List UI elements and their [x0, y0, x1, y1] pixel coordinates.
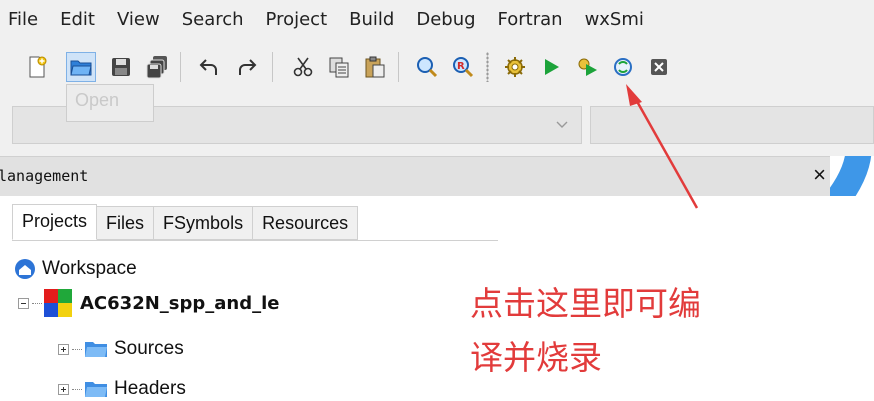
management-panel-header: lanagement × [0, 156, 830, 196]
open-tooltip: Open [66, 84, 154, 122]
close-icon[interactable]: × [813, 163, 826, 187]
folder-icon [85, 382, 107, 397]
menu-search[interactable]: Search [182, 9, 244, 30]
annotation-line-2: 译并烧录 [470, 338, 602, 377]
save-icon[interactable] [106, 52, 136, 82]
undo-icon[interactable] [194, 52, 224, 82]
copy-icon[interactable] [324, 52, 354, 82]
panel-title: lanagement [0, 167, 89, 185]
run-icon[interactable] [536, 52, 566, 82]
menu-file[interactable]: File [8, 9, 38, 30]
management-tabs: Projects Files FSymbols Resources [0, 196, 874, 242]
menu-build[interactable]: Build [349, 9, 394, 30]
new-file-icon[interactable] [22, 52, 52, 82]
tab-resources[interactable]: Resources [253, 206, 359, 240]
project-tree: Workspace AC632N_spp_and_le Sources Head… [0, 242, 874, 401]
menu-bar: File Edit View Search Project Build Debu… [0, 0, 874, 38]
rebuild-icon[interactable] [608, 52, 638, 82]
project-label: AC632N_spp_and_le [80, 292, 280, 314]
secondary-select[interactable] [590, 106, 874, 144]
paste-icon[interactable] [360, 52, 390, 82]
project-icon [44, 289, 72, 317]
tab-projects[interactable]: Projects [12, 204, 98, 240]
replace-icon[interactable]: R [448, 52, 478, 82]
toolbar-grip[interactable] [486, 52, 489, 82]
tab-divider [12, 240, 498, 241]
expand-icon[interactable] [58, 383, 69, 395]
chevron-down-icon [556, 121, 568, 128]
folder-label: Sources [114, 338, 184, 359]
folder-icon [85, 342, 107, 357]
tree-folder-sources[interactable]: Sources [58, 334, 184, 364]
find-icon[interactable] [412, 52, 442, 82]
workspace-label: Workspace [42, 258, 137, 279]
workspace-icon [15, 259, 35, 279]
folder-label: Headers [114, 378, 186, 399]
menu-view[interactable]: View [117, 9, 160, 30]
toolbar-separator [180, 52, 181, 82]
collapse-icon[interactable] [18, 297, 29, 309]
open-folder-icon[interactable] [66, 52, 96, 82]
menu-debug[interactable]: Debug [416, 9, 475, 30]
tab-files[interactable]: Files [97, 206, 155, 240]
toolbar-separator [398, 52, 399, 82]
tree-workspace[interactable]: Workspace [14, 254, 137, 284]
save-all-icon[interactable] [142, 52, 172, 82]
annotation-line-1: 点击这里即可编 [470, 284, 701, 323]
menu-wxsmith[interactable]: wxSmi [585, 9, 644, 30]
abort-icon[interactable] [644, 52, 674, 82]
menu-edit[interactable]: Edit [60, 9, 95, 30]
tree-folder-headers[interactable]: Headers [58, 374, 186, 401]
menu-project[interactable]: Project [266, 9, 328, 30]
build-icon[interactable] [500, 52, 530, 82]
build-and-run-icon[interactable] [572, 52, 602, 82]
toolbar-separator [272, 52, 273, 82]
expand-icon[interactable] [58, 343, 69, 355]
tree-project[interactable]: AC632N_spp_and_le [18, 288, 280, 318]
menu-fortran[interactable]: Fortran [498, 9, 563, 30]
tab-fsymbols[interactable]: FSymbols [154, 206, 254, 240]
svg-text:R: R [457, 61, 465, 72]
redo-icon[interactable] [232, 52, 262, 82]
cut-icon[interactable] [288, 52, 318, 82]
